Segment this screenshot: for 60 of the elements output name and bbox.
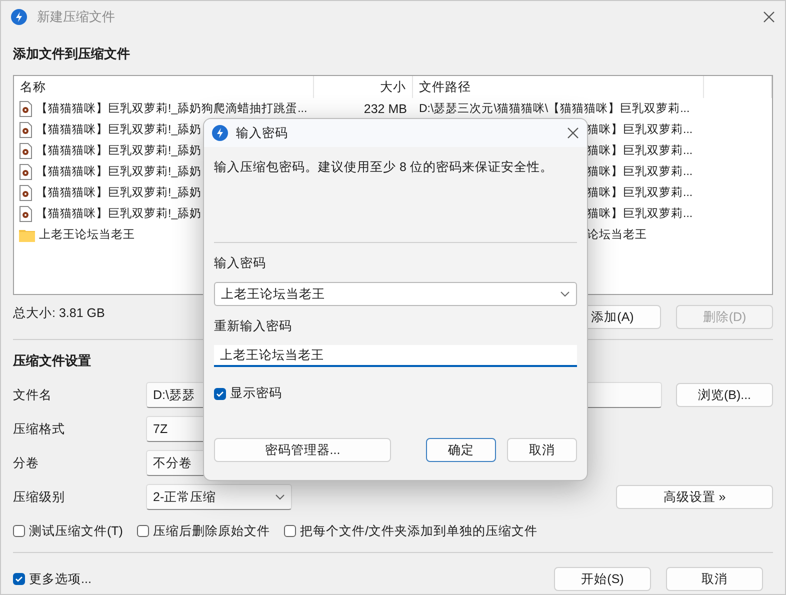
file-name: 【猫猫猫咪】巨乳双萝莉!_舔奶	[36, 206, 202, 221]
section-heading: 添加文件到压缩文件	[13, 45, 130, 63]
file-path: 猫咪】巨乳双萝莉...	[587, 208, 693, 220]
dialog-description: 输入压缩包密码。建议使用至少 8 位的密码来保证安全性。	[214, 159, 553, 176]
checkbox[interactable]: 把每个文件/文件夹添加到单独的压缩文件	[284, 522, 538, 540]
file-name: 【猫猫猫咪】巨乳双萝莉!_舔奶	[36, 164, 202, 179]
checkbox[interactable]: 压缩后删除原始文件	[136, 522, 270, 540]
setting-label: 分卷	[13, 454, 40, 472]
advanced-button[interactable]: 高级设置 »	[616, 485, 773, 509]
file-name: 上老王论坛当老王	[39, 228, 135, 242]
video-file-icon	[19, 206, 32, 222]
setting-label: 压缩级别	[13, 488, 66, 506]
caret-icon	[560, 291, 570, 297]
checkbox[interactable]: 测试压缩文件(T)	[13, 522, 123, 540]
caret-icon	[275, 494, 285, 500]
section-heading: 压缩文件设置	[13, 352, 91, 370]
video-file-icon	[19, 164, 32, 180]
check-icon	[15, 575, 23, 583]
file-path: 论坛当老王	[587, 229, 647, 241]
checkbox[interactable]: 显示密码	[214, 385, 282, 402]
file-name: 【猫猫猫咪】巨乳双萝莉!_舔奶	[36, 144, 202, 158]
setting-label: 压缩格式	[13, 420, 66, 438]
setting-label: 文件名	[13, 386, 53, 404]
cancel-button[interactable]: 取消	[666, 567, 763, 591]
password-manager-button[interactable]: 密码管理器...	[214, 438, 391, 462]
ok-button[interactable]: 确定	[426, 438, 496, 462]
check-icon	[216, 390, 224, 398]
confirm-password-field[interactable]: 上老王论坛当老王	[214, 345, 577, 367]
file-name: 【猫猫猫咪】巨乳双萝莉!_舔奶狗爬滴蜡抽打跳蛋...	[36, 102, 308, 116]
close-icon[interactable]	[567, 127, 579, 139]
column-header[interactable]: 名称	[14, 76, 314, 98]
total-size: 总大小: 3.81 GB	[13, 305, 105, 322]
checkbox[interactable]: 更多选项...	[13, 570, 92, 588]
video-file-icon	[19, 142, 32, 158]
file-path: D:\瑟瑟三次元\猫猫猫咪\【猫猫猫咪】巨乳双萝莉...	[419, 103, 690, 115]
field-label: 重新输入密码	[214, 318, 292, 335]
file-path: 猫咪】巨乳双萝莉...	[587, 124, 693, 136]
column-header[interactable]: 文件路径	[413, 76, 704, 98]
video-file-icon	[19, 184, 32, 200]
folder-icon	[19, 228, 35, 242]
dialog-title: 输入密码	[236, 124, 289, 142]
app-icon	[212, 125, 228, 141]
select-field[interactable]: 2-正常压缩	[146, 484, 292, 510]
close-icon[interactable]	[763, 11, 775, 23]
start-button[interactable]: 开始(S)	[554, 567, 651, 591]
file-path: 猫咪】巨乳双萝莉...	[587, 166, 693, 178]
file-path: 猫咪】巨乳双萝莉...	[587, 187, 693, 199]
column-header[interactable]: 大小	[314, 76, 413, 98]
file-path: 猫咪】巨乳双萝莉...	[587, 145, 693, 157]
cancel-button[interactable]: 取消	[507, 438, 577, 462]
window-title: 新建压缩文件	[37, 8, 116, 26]
field-label: 输入密码	[214, 255, 266, 272]
file-name: 【猫猫猫咪】巨乳双萝莉!_舔奶	[36, 186, 202, 200]
password-combobox[interactable]: 上老王论坛当老王	[214, 282, 577, 306]
file-name: 【猫猫猫咪】巨乳双萝莉!_舔奶	[36, 122, 202, 137]
file-size: 232 MB	[364, 102, 407, 116]
video-file-icon	[19, 122, 32, 138]
browse-button[interactable]: 浏览(B)...	[676, 383, 773, 407]
app-icon	[11, 9, 27, 25]
video-file-icon	[19, 100, 32, 116]
